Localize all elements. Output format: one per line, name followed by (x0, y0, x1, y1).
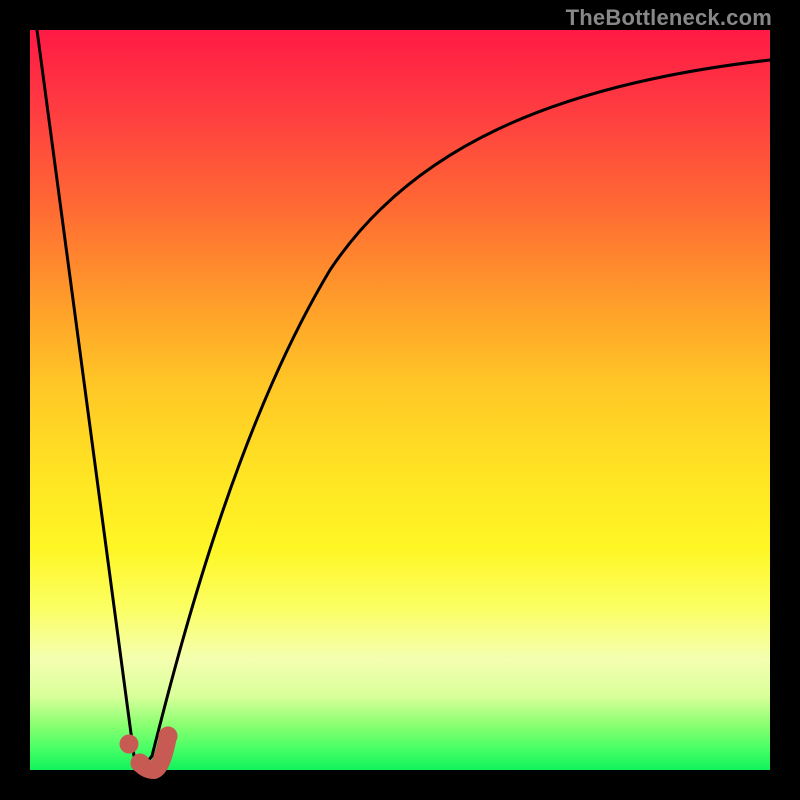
user-position-marker (120, 727, 177, 772)
chart-frame: TheBottleneck.com (0, 0, 800, 800)
bottleneck-curve-line (37, 30, 770, 767)
watermark-text: TheBottleneck.com (566, 5, 772, 31)
chart-svg (30, 30, 770, 770)
